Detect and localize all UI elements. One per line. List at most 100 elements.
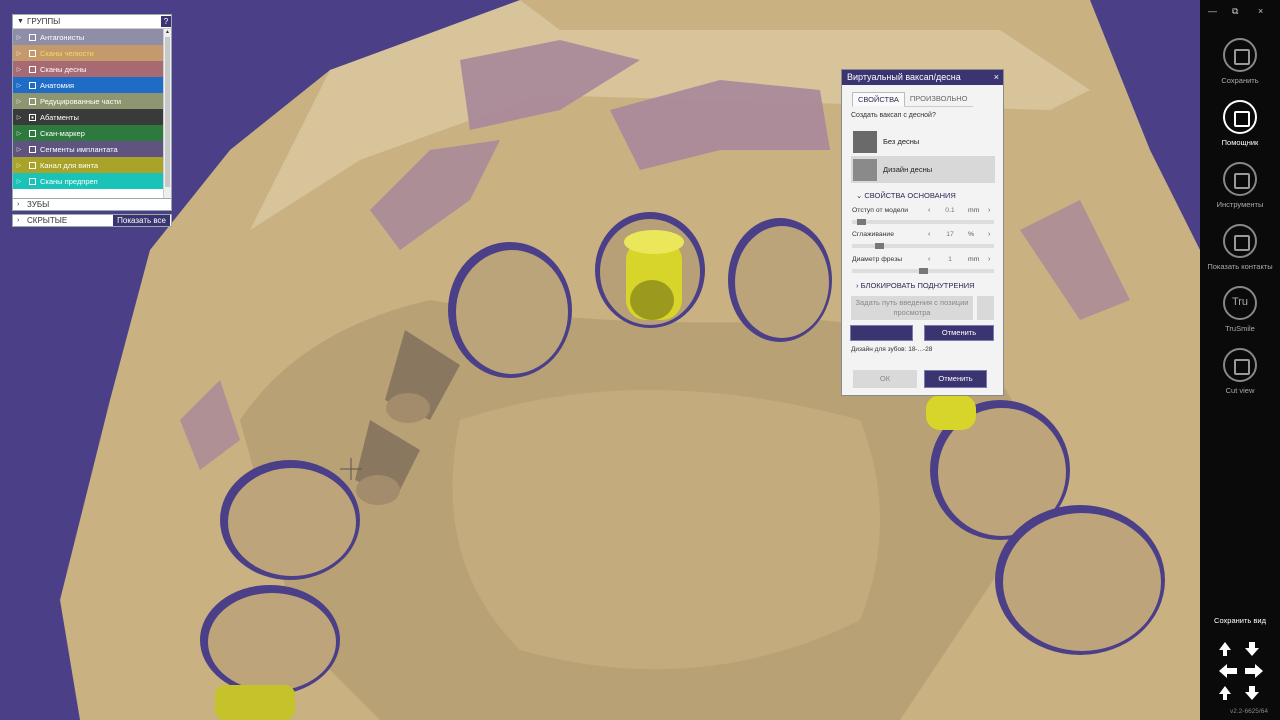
visibility-checkbox[interactable] xyxy=(29,161,36,169)
3d-viewport[interactable] xyxy=(0,0,1200,720)
expand-icon[interactable]: ▷ xyxy=(13,34,25,41)
teeth-panel-header[interactable]: › ЗУБЫ xyxy=(12,198,172,211)
expand-icon[interactable]: ▷ xyxy=(13,66,25,73)
param-unit: mm xyxy=(968,207,980,214)
group-row[interactable]: ▷ Сканы челюсти xyxy=(13,45,171,61)
version-label: v2.2-6625/64 xyxy=(1230,708,1268,715)
tool-tools[interactable]: Инструменты xyxy=(1200,162,1280,209)
expand-icon[interactable]: ▷ xyxy=(13,82,25,89)
chevron-left-icon[interactable]: ‹ xyxy=(928,256,930,263)
param-value-input[interactable]: 17 xyxy=(940,231,960,238)
visibility-checkbox[interactable] xyxy=(29,145,36,153)
smoothing-slider[interactable] xyxy=(852,243,994,249)
tab-properties[interactable]: СВОЙСТВА xyxy=(852,92,905,107)
param-row-smoothing: Сглаживание ‹ 17 % › xyxy=(852,231,995,242)
bur-diameter-slider[interactable] xyxy=(852,268,994,274)
chevron-right-icon[interactable]: › xyxy=(988,231,990,238)
option-gingiva-design[interactable]: Дизайн десны xyxy=(851,156,995,183)
dialog-title: Виртуальный ваксап/десна xyxy=(847,72,961,82)
chevron-right-icon[interactable]: › xyxy=(988,207,990,214)
expand-icon[interactable]: ▷ xyxy=(13,98,25,105)
param-label: Сглаживание xyxy=(852,231,894,238)
chevron-left-icon[interactable]: ‹ xyxy=(928,207,930,214)
scroll-thumb[interactable] xyxy=(165,37,170,187)
expand-icon[interactable]: ▷ xyxy=(13,130,25,137)
param-row-bur-diameter: Диаметр фрезы ‹ 1 mm › xyxy=(852,256,995,267)
expand-icon[interactable]: ▷ xyxy=(13,146,25,153)
group-row[interactable]: ▷ Антагонисты xyxy=(13,29,171,45)
expand-icon[interactable]: ▷ xyxy=(13,162,25,169)
dialog-tabs: СВОЙСТВА ПРОИЗВОЛЬНО xyxy=(852,92,973,107)
extra-button[interactable] xyxy=(977,296,994,320)
base-properties-section[interactable]: ⌄ СВОЙСТВА ОСНОВАНИЯ xyxy=(856,191,956,200)
tool-contacts[interactable]: Показать контакты xyxy=(1200,224,1280,271)
help-button[interactable]: ? xyxy=(161,16,171,27)
tab-freeform[interactable]: ПРОИЗВОЛЬНО xyxy=(904,92,973,107)
gingiva-design-icon xyxy=(853,158,877,181)
chevron-right-icon[interactable]: › xyxy=(988,256,990,263)
param-value-input[interactable]: 0.1 xyxy=(940,207,960,214)
tool-wand[interactable]: Помощник xyxy=(1200,100,1280,147)
save-view-label: Сохранить вид xyxy=(1214,616,1266,625)
group-row[interactable]: ▷ Сегменты имплантата xyxy=(13,141,171,157)
group-row[interactable]: ▷ Абатменты xyxy=(13,109,171,125)
jaw-model[interactable] xyxy=(0,0,1200,720)
design-for-teeth-text: Дизайн для зубов: 18-...-28 xyxy=(851,346,933,353)
slider-knob[interactable] xyxy=(919,268,928,274)
groups-list: ▷ Антагонисты ▷ Сканы челюсти ▷ Сканы десны ▷ А… xyxy=(13,29,171,209)
visibility-checkbox[interactable] xyxy=(29,81,36,89)
offset-slider[interactable] xyxy=(852,219,994,225)
close-window-icon[interactable]: × xyxy=(1258,6,1263,16)
chevron-right-icon[interactable]: › xyxy=(17,201,27,208)
group-label: Сканы челюсти xyxy=(40,48,94,58)
block-undercuts-label: БЛОКИРОВАТЬ ПОДНУТРЕНИЯ xyxy=(860,281,975,290)
block-undercuts-section[interactable]: › БЛОКИРОВАТЬ ПОДНУТРЕНИЯ xyxy=(856,281,975,290)
groups-header[interactable]: ▼ ГРУППЫ ? xyxy=(13,15,171,29)
view-arrows-icon[interactable] xyxy=(1217,640,1265,702)
group-row[interactable]: ▷ Сканы предпреп xyxy=(13,173,171,189)
cancel-inner-button[interactable]: Отменить xyxy=(924,325,994,341)
visibility-checkbox[interactable] xyxy=(29,65,36,73)
scroll-up-icon[interactable]: ▲ xyxy=(164,29,171,35)
minimize-icon[interactable]: — xyxy=(1208,6,1217,16)
expand-icon[interactable]: ▷ xyxy=(13,178,25,185)
groups-scrollbar[interactable]: ▲▼ xyxy=(163,29,171,209)
expand-icon[interactable]: ▷ xyxy=(13,114,25,121)
group-label: Сегменты имплантата xyxy=(40,144,118,154)
visibility-checkbox[interactable] xyxy=(29,177,36,185)
chevron-down-icon[interactable]: ▼ xyxy=(17,18,27,25)
set-path-button[interactable]: Задать путь введения с позиции просмотра xyxy=(851,296,973,320)
show-all-button[interactable]: Показать все xyxy=(113,215,170,226)
group-row[interactable]: ▷ Анатомия xyxy=(13,77,171,93)
visibility-checkbox[interactable] xyxy=(29,113,36,121)
visibility-checkbox[interactable] xyxy=(29,49,36,57)
expand-icon[interactable]: ▷ xyxy=(13,50,25,57)
visibility-checkbox[interactable] xyxy=(29,97,36,105)
ok-button[interactable]: ОК xyxy=(853,370,917,388)
param-value-input[interactable]: 1 xyxy=(940,256,960,263)
cancel-button[interactable]: Отменить xyxy=(924,370,987,388)
visibility-checkbox[interactable] xyxy=(29,33,36,41)
close-icon[interactable]: × xyxy=(994,70,999,85)
slider-knob[interactable] xyxy=(857,219,866,225)
apply-button[interactable] xyxy=(850,325,913,341)
group-row[interactable]: ▷ Канал для винта xyxy=(13,157,171,173)
param-label: Отступ от модели xyxy=(852,207,909,214)
tool-cut-view[interactable]: Cut view xyxy=(1200,348,1280,395)
option-no-gingiva[interactable]: Без десны xyxy=(851,128,995,155)
tool-trusmile[interactable]: Tru TruSmile xyxy=(1200,286,1280,333)
visibility-checkbox[interactable] xyxy=(29,129,36,137)
tool-save[interactable]: Сохранить xyxy=(1200,38,1280,85)
tool-label: TruSmile xyxy=(1225,324,1255,333)
param-row-offset: Отступ от модели ‹ 0.1 mm › xyxy=(852,207,995,218)
group-row[interactable]: ▷ Редуцированные части xyxy=(13,93,171,109)
chevron-left-icon[interactable]: ‹ xyxy=(928,231,930,238)
hidden-panel-header[interactable]: › СКРЫТЫЕ Показать все xyxy=(12,214,172,227)
group-row[interactable]: ▷ Скан-маркер xyxy=(13,125,171,141)
group-label: Скан-маркер xyxy=(40,128,85,138)
slider-knob[interactable] xyxy=(875,243,884,249)
restore-icon[interactable]: ⧉ xyxy=(1232,6,1238,17)
chevron-right-icon[interactable]: › xyxy=(17,217,27,224)
dialog-titlebar[interactable]: Виртуальный ваксап/десна × xyxy=(842,70,1003,85)
group-row[interactable]: ▷ Сканы десны xyxy=(13,61,171,77)
